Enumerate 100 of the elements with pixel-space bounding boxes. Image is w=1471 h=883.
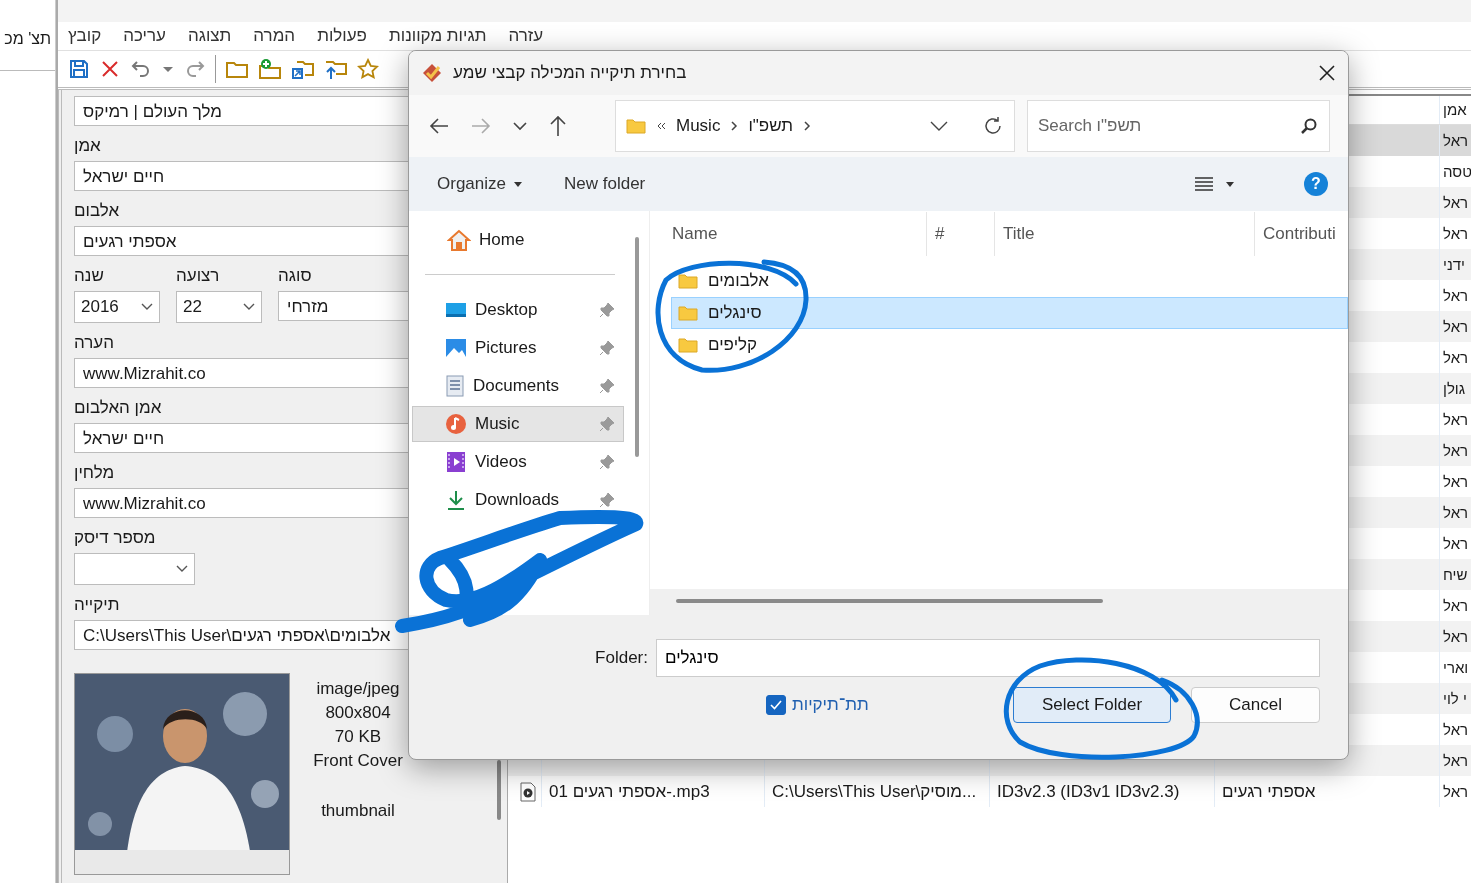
menu-item[interactable]: תגיות מקוונות <box>389 26 487 46</box>
nav-item[interactable]: Music <box>412 406 624 442</box>
dialog-title: בחירת תיקייה המכילה קבצי שמע <box>453 63 688 83</box>
table-cell-text: ראל <box>1442 627 1470 647</box>
field-label: אמן האלבום <box>74 397 162 419</box>
chevron-down-icon <box>141 303 153 311</box>
image-detail: 70 KB <box>334 726 382 748</box>
folder-field[interactable]: סינגלים <box>656 639 1320 677</box>
table-cell: ID3v2.3 (ID3v1 ID3v2.3) <box>990 776 1215 807</box>
folder-icon <box>678 273 698 289</box>
menu-item[interactable]: עזרה <box>508 26 544 46</box>
column-header[interactable]: אמן <box>1440 96 1471 124</box>
menu-item[interactable]: קובץ <box>68 26 102 46</box>
image-caption: thumbnail <box>321 800 395 822</box>
menu-item[interactable]: עריכה <box>123 26 166 46</box>
pin-icon[interactable] <box>599 302 615 318</box>
chevron-right-icon[interactable] <box>730 120 739 132</box>
chevron-down-icon[interactable] <box>930 121 948 131</box>
pin-icon[interactable] <box>599 454 615 470</box>
chevron-down-icon <box>176 565 188 573</box>
search-icon <box>1300 117 1318 135</box>
chevron-right-icon[interactable] <box>803 120 812 132</box>
table-cell-text: ראל <box>1442 224 1470 244</box>
table-cell-text: גולן <box>1442 379 1467 399</box>
list-view-icon[interactable] <box>1194 176 1214 192</box>
table-cell-text: ראל <box>1442 596 1470 616</box>
field-label: סוגה <box>278 265 312 287</box>
subfolders-checkbox[interactable]: תת־תיקיות <box>766 695 993 715</box>
field-label: שנה <box>74 265 104 287</box>
folder-row[interactable]: אלבומים <box>671 265 1348 297</box>
column-header[interactable]: Title <box>994 212 1254 256</box>
table-cell-text: ראל <box>1442 348 1470 368</box>
breadcrumb[interactable]: Music <box>676 116 721 136</box>
desktop-icon <box>445 301 467 319</box>
folder-icon <box>678 305 698 321</box>
refresh-icon[interactable] <box>982 115 1004 137</box>
up-arrow-icon[interactable] <box>549 115 567 137</box>
double-chevron-icon <box>656 121 666 131</box>
folder-row[interactable]: קליפים <box>671 329 1348 361</box>
field-label: מספר דיסק <box>74 527 156 549</box>
checkmark-box-icon <box>421 62 443 84</box>
menu-item[interactable]: המרה <box>253 26 296 46</box>
folder-up-icon[interactable] <box>324 58 348 80</box>
table-cell: אספתי רגעים <box>1215 776 1440 807</box>
folder-row[interactable]: סינגלים <box>671 297 1348 329</box>
table-cell-text: וארי <box>1442 658 1470 678</box>
new-folder-button[interactable]: New folder <box>564 174 646 194</box>
folder-icon <box>678 337 698 353</box>
field-label: הערה <box>74 332 115 354</box>
folder-arrow-icon[interactable] <box>291 58 315 80</box>
column-header[interactable]: Contributi <box>1254 212 1348 256</box>
table-cell: C:\Users\This User\מוסיק... <box>765 776 990 807</box>
table-cell-text: ראל <box>1442 193 1470 213</box>
table-cell-text: ידני <box>1442 255 1466 275</box>
star-icon[interactable] <box>357 58 379 80</box>
film-icon <box>445 451 467 473</box>
combo-box[interactable]: 22 <box>176 291 262 323</box>
image-detail: Front Cover <box>313 750 403 772</box>
table-cell-text: ראל <box>1442 131 1470 151</box>
select-folder-button[interactable]: Select Folder <box>1013 687 1171 723</box>
breadcrumb[interactable]: תשפ"ו <box>748 116 794 136</box>
folder-plus-icon[interactable] <box>258 58 282 80</box>
table-cell: 01 אספתי רגעים-.mp3 <box>542 776 765 807</box>
folder-label: Folder: <box>595 648 648 668</box>
pin-icon[interactable] <box>599 378 615 394</box>
column-header[interactable]: Name <box>664 212 926 256</box>
redo-icon[interactable] <box>184 58 206 80</box>
image-detail: image/jpeg <box>316 678 400 700</box>
undo-icon[interactable] <box>130 58 152 80</box>
table-cell-text: ראל <box>1442 286 1470 306</box>
close-icon[interactable] <box>1318 64 1336 82</box>
table-cell-text: ראל <box>1442 534 1470 554</box>
table-cell-text: ראל <box>1442 503 1470 523</box>
menu-item[interactable]: פעולות <box>317 26 367 46</box>
music-note-icon <box>445 413 467 435</box>
pin-icon[interactable] <box>599 492 615 508</box>
table-cell-text: ראל <box>1442 472 1470 492</box>
chevron-down-icon[interactable] <box>513 121 527 131</box>
document-icon <box>445 375 465 397</box>
pin-icon[interactable] <box>599 340 615 356</box>
field-label: אמן <box>74 135 101 157</box>
help-button[interactable]: ? <box>1304 172 1328 196</box>
download-icon <box>445 489 467 511</box>
menu-item[interactable]: תצוגה <box>187 26 232 46</box>
table-cell-text: ראל <box>1442 410 1470 430</box>
field-label: תיקייה <box>74 594 120 616</box>
column-header[interactable]: # <box>926 212 994 256</box>
table-cell-text: ראל <box>1442 441 1470 461</box>
checkmark-icon <box>770 700 782 710</box>
save-icon[interactable] <box>68 58 90 80</box>
chevron-down-icon <box>243 303 255 311</box>
table-cell-text: ראל <box>1442 782 1470 802</box>
search-field[interactable]: Search תשפ"ו <box>1027 100 1330 152</box>
field-label: רצועה <box>176 265 220 287</box>
cancel-button[interactable]: Cancel <box>1191 687 1320 723</box>
back-arrow-icon[interactable] <box>429 117 449 135</box>
table-cell-text: ראל <box>1442 317 1470 337</box>
folder-icon <box>626 118 646 134</box>
table-cell-text: ראל <box>1442 751 1470 771</box>
combo-box[interactable]: 2016 <box>74 291 160 323</box>
